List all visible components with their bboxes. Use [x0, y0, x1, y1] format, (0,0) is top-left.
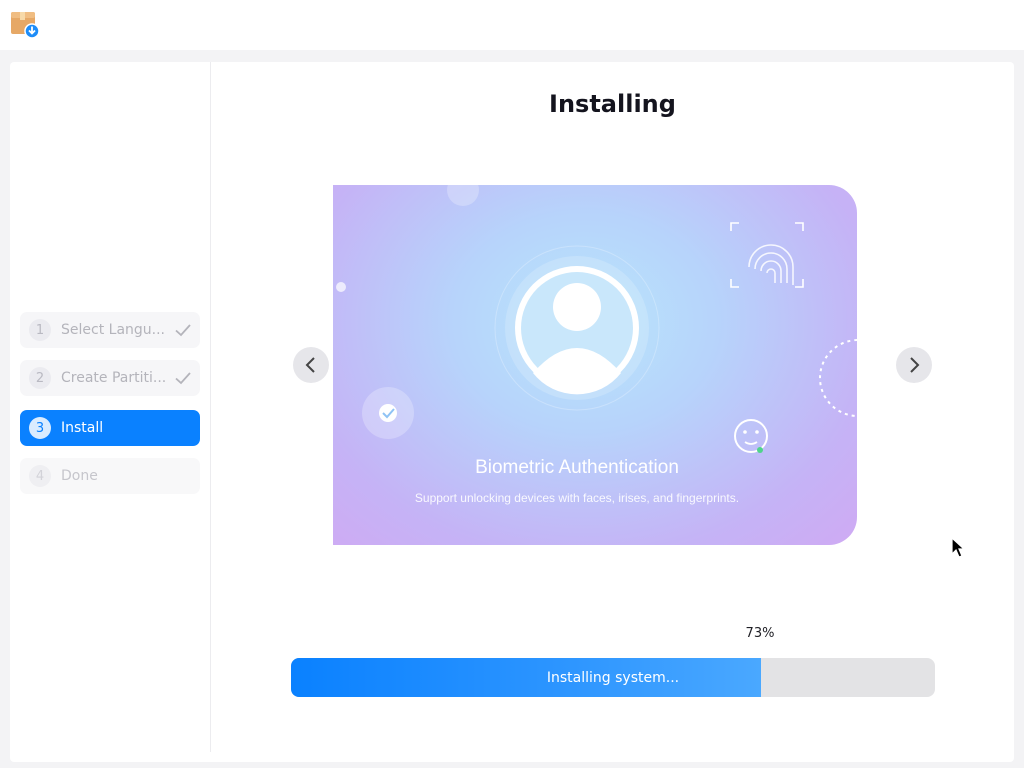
slide-title: Biometric Authentication	[475, 457, 679, 478]
previous-slide-button[interactable]	[293, 347, 329, 383]
step-number: 4	[29, 465, 51, 487]
step-number: 1	[29, 319, 51, 341]
installer-window: 1 Select Langu... 2 Create Partiti... 3 …	[10, 62, 1014, 762]
installer-package-icon	[11, 12, 40, 39]
slide-subtitle: Support unlocking devices with faces, ir…	[414, 491, 740, 505]
step-done[interactable]: 4 Done	[20, 458, 200, 494]
page-title: Installing	[549, 90, 676, 118]
fingerprint-icon	[748, 244, 794, 285]
steps-sidebar: 1 Select Langu... 2 Create Partiti... 3 …	[10, 62, 211, 752]
mouse-cursor-icon	[951, 537, 965, 558]
step-label: Create Partiti...	[61, 370, 167, 386]
step-install[interactable]: 3 Install	[20, 410, 200, 446]
step-select-language[interactable]: 1 Select Langu...	[20, 312, 200, 348]
chevron-left-icon	[305, 357, 315, 373]
step-number: 3	[29, 417, 51, 439]
progress-percent: 73%	[745, 626, 775, 641]
feature-slide: Biometric Authentication Support unlocki…	[333, 185, 857, 545]
title-bar	[0, 0, 1024, 50]
step-number: 2	[29, 367, 51, 389]
chevron-right-icon	[910, 357, 920, 373]
checkmark-icon	[175, 324, 191, 337]
step-label: Install	[61, 420, 104, 436]
checkmark-icon	[175, 372, 191, 385]
progress-status: Installing system...	[546, 669, 680, 686]
step-label: Done	[61, 468, 98, 484]
step-create-partition[interactable]: 2 Create Partiti...	[20, 360, 200, 396]
step-label: Select Langu...	[61, 322, 166, 338]
next-slide-button[interactable]	[896, 347, 932, 383]
install-progress-bar: Installing system...	[291, 658, 935, 697]
